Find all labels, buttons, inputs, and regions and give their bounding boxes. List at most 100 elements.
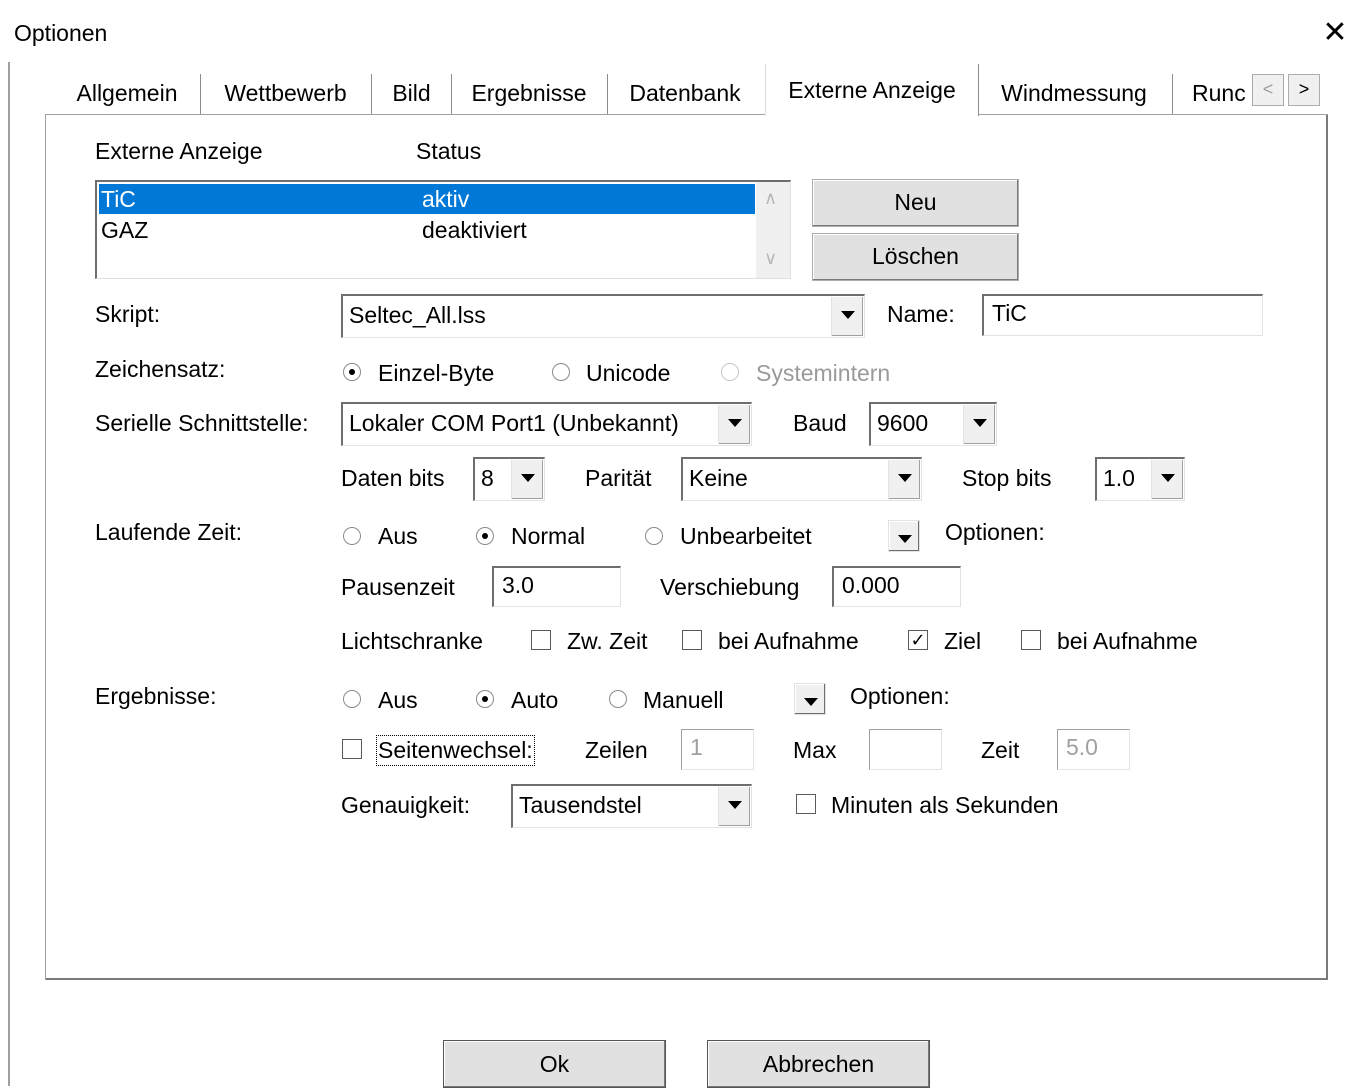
serial-port-dropdown[interactable]: Lokaler COM Port1 (Unbekannt): [341, 402, 752, 446]
tab-windmessung[interactable]: Windmessung: [984, 70, 1164, 114]
dropdown-arrow[interactable]: [511, 460, 543, 499]
results-off-label[interactable]: Aus: [378, 687, 418, 714]
rows-value: 1: [690, 734, 703, 760]
parity-dropdown[interactable]: Keine: [681, 457, 922, 501]
chevron-down-icon: [898, 474, 912, 482]
chevron-down-icon: [898, 535, 912, 543]
pause-label: Pausenzeit: [341, 574, 455, 600]
finish-on-capture-label[interactable]: bei Aufnahme: [1057, 628, 1198, 655]
dropdown-arrow[interactable]: [831, 297, 863, 336]
ok-button[interactable]: Ok: [443, 1040, 666, 1088]
running-time-normal-label[interactable]: Normal: [511, 523, 585, 550]
finish-label[interactable]: Ziel: [944, 628, 981, 655]
script-dropdown[interactable]: Seltec_All.lss: [341, 294, 865, 338]
name-input[interactable]: TiC: [982, 294, 1263, 336]
chevron-down-icon: [1161, 474, 1175, 482]
minutes-as-seconds-checkbox[interactable]: [796, 794, 816, 814]
results-auto-radio[interactable]: [476, 690, 494, 708]
dropdown-arrow[interactable]: [963, 405, 995, 444]
offset-input[interactable]: 0.000: [832, 566, 961, 607]
running-time-normal-radio[interactable]: [476, 527, 494, 545]
chevron-down-icon: [728, 801, 742, 809]
finish-checkbox[interactable]: ✓: [908, 630, 928, 650]
list-item-name: TiC: [101, 186, 136, 212]
page-change-label[interactable]: Seitenwechsel:: [376, 735, 535, 766]
split-time-label[interactable]: Zw. Zeit: [567, 628, 648, 655]
tab-wettbewerb[interactable]: Wettbewerb: [208, 70, 363, 114]
tab-scroll-right-button[interactable]: >: [1288, 74, 1320, 106]
rows-label: Zeilen: [585, 737, 648, 763]
column-header-name: Externe Anzeige: [95, 138, 263, 164]
list-item-status: aktiv: [422, 186, 470, 212]
running-time-options-label: Optionen:: [945, 519, 1045, 545]
script-label: Skript:: [95, 301, 161, 327]
new-button[interactable]: Neu: [812, 179, 1019, 227]
tab-datenbank[interactable]: Datenbank: [615, 70, 755, 114]
parity-label: Parität: [585, 465, 652, 491]
dropdown-arrow[interactable]: [888, 460, 920, 499]
close-icon[interactable]: ✕: [1318, 18, 1352, 52]
dropdown-arrow[interactable]: [718, 787, 750, 826]
results-options-button[interactable]: [794, 683, 826, 715]
tab-separator: [451, 74, 452, 114]
split-time-checkbox[interactable]: [531, 630, 551, 650]
panel-border: [45, 114, 46, 980]
running-time-off-label[interactable]: Aus: [378, 523, 418, 550]
list-item[interactable]: TiC aktiv: [99, 184, 755, 214]
charset-unicode-label[interactable]: Unicode: [586, 360, 670, 387]
split-on-capture-label[interactable]: bei Aufnahme: [718, 628, 859, 655]
stop-bits-label: Stop bits: [962, 465, 1052, 491]
options-dialog: Optionen ✕ Allgemein Wettbewerb Bild Erg…: [0, 0, 1367, 1088]
serial-port-value: Lokaler COM Port1 (Unbekannt): [349, 410, 679, 436]
running-time-options-button[interactable]: [888, 520, 920, 552]
list-item-name: GAZ: [101, 217, 149, 243]
baud-label: Baud: [793, 410, 847, 436]
data-bits-dropdown[interactable]: 8: [473, 457, 545, 501]
scroll-up-icon[interactable]: ∧: [764, 188, 777, 209]
serial-port-label: Serielle Schnittstelle:: [95, 410, 309, 436]
minutes-as-seconds-label[interactable]: Minuten als Sekunden: [831, 792, 1059, 819]
baud-dropdown[interactable]: 9600: [869, 402, 997, 446]
chevron-down-icon: [973, 419, 987, 427]
tab-bild[interactable]: Bild: [380, 70, 443, 114]
pause-value: 3.0: [502, 572, 534, 598]
tab-externe-anzeige[interactable]: Externe Anzeige: [765, 64, 979, 116]
stop-bits-dropdown[interactable]: 1.0: [1095, 457, 1185, 501]
page-change-checkbox[interactable]: [342, 739, 362, 759]
display-list[interactable]: TiC aktiv GAZ deaktiviert ∧ ∨: [95, 180, 791, 279]
results-manual-radio[interactable]: [609, 690, 627, 708]
pause-input[interactable]: 3.0: [492, 566, 621, 607]
results-auto-label[interactable]: Auto: [511, 687, 558, 714]
finish-on-capture-checkbox[interactable]: [1021, 630, 1041, 650]
charset-single-byte-radio[interactable]: [343, 363, 361, 381]
tab-runc[interactable]: Runc: [1182, 70, 1252, 114]
charset-unicode-radio[interactable]: [552, 363, 570, 381]
results-off-radio[interactable]: [343, 690, 361, 708]
script-value: Seltec_All.lss: [349, 302, 486, 328]
split-on-capture-checkbox[interactable]: [682, 630, 702, 650]
results-label: Ergebnisse:: [95, 683, 217, 709]
tab-separator: [607, 74, 608, 114]
list-scrollbar[interactable]: ∧ ∨: [756, 182, 790, 278]
cancel-button[interactable]: Abbrechen: [707, 1040, 930, 1088]
dropdown-arrow[interactable]: [1151, 460, 1183, 499]
delete-button[interactable]: Löschen: [812, 233, 1019, 281]
tab-scroll-left-button[interactable]: <: [1252, 74, 1284, 106]
tab-ergebnisse[interactable]: Ergebnisse: [458, 70, 600, 114]
running-time-raw-radio[interactable]: [645, 527, 663, 545]
scroll-down-icon[interactable]: ∨: [764, 248, 777, 269]
dropdown-arrow[interactable]: [718, 405, 750, 444]
max-label: Max: [793, 737, 837, 763]
panel-border: [978, 114, 1328, 115]
check-mark-icon: ✓: [910, 630, 926, 650]
parity-value: Keine: [689, 465, 748, 491]
precision-dropdown[interactable]: Tausendstel: [511, 784, 752, 828]
tab-separator: [200, 74, 201, 114]
running-time-off-radio[interactable]: [343, 527, 361, 545]
results-manual-label[interactable]: Manuell: [643, 687, 724, 714]
charset-single-byte-label[interactable]: Einzel-Byte: [378, 360, 494, 387]
tab-allgemein[interactable]: Allgemein: [62, 70, 192, 114]
list-item[interactable]: GAZ deaktiviert: [99, 215, 755, 245]
running-time-raw-label[interactable]: Unbearbeitet: [680, 523, 812, 550]
data-bits-label: Daten bits: [341, 465, 445, 491]
